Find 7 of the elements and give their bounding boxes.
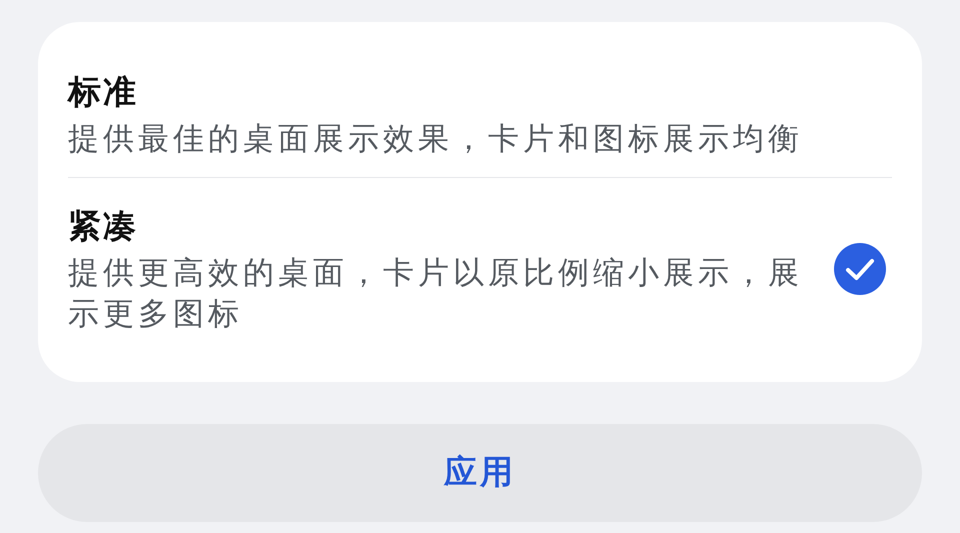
apply-button[interactable]: 应用 bbox=[38, 424, 922, 522]
option-row[interactable]: 标准 提供最佳的桌面展示效果，卡片和图标展示均衡 bbox=[68, 58, 892, 178]
option-description: 提供最佳的桌面展示效果，卡片和图标展示均衡 bbox=[68, 120, 804, 159]
option-title: 标准 bbox=[68, 71, 139, 113]
option-row[interactable]: 紧凑 提供更高效的桌面，卡片以原比例缩小展示，展示更多图标 bbox=[68, 177, 892, 352]
option-title: 紧凑 bbox=[68, 205, 139, 248]
option-description: 提供更高效的桌面，卡片以原比例缩小展示，展示更多图标 bbox=[68, 254, 804, 334]
